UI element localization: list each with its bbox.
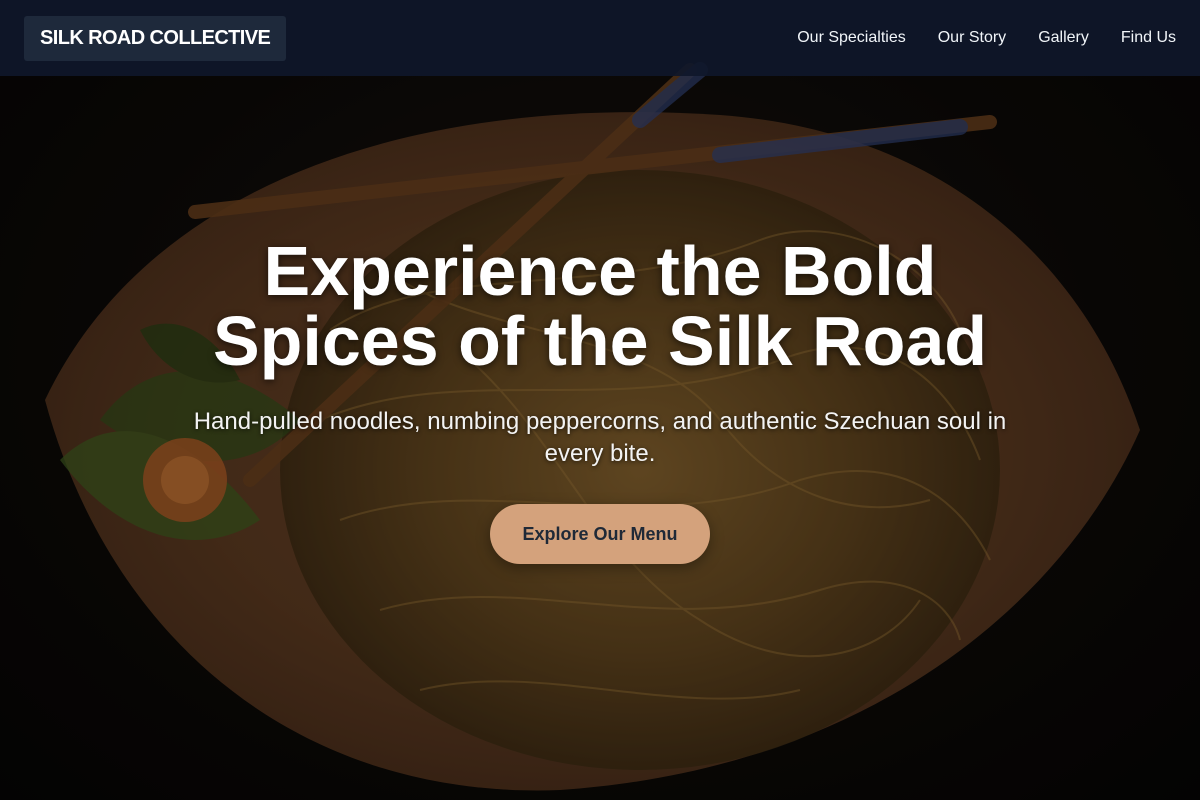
top-navigation-bar: SILK ROAD COLLECTIVE Our Specialties Our…	[0, 0, 1200, 76]
hero-subtitle: Hand-pulled noodles, numbing peppercorns…	[193, 408, 1007, 467]
explore-menu-button[interactable]: Explore Our Menu	[490, 504, 710, 564]
brand-logo-link[interactable]: SILK ROAD COLLECTIVE	[24, 15, 287, 61]
nav-link-find-us[interactable]: Find Us	[1121, 29, 1176, 47]
hero-title: Experience the Bold Spices of the Silk R…	[212, 232, 988, 380]
hero-section: Experience the Bold Spices of the Silk R…	[0, 236, 1200, 564]
nav-links: Our Specialties Our Story Gallery Find U…	[797, 29, 1176, 47]
nav-link-gallery[interactable]: Gallery	[1038, 29, 1089, 47]
nav-link-our-specialties[interactable]: Our Specialties	[797, 29, 906, 47]
nav-link-our-story[interactable]: Our Story	[938, 29, 1006, 47]
